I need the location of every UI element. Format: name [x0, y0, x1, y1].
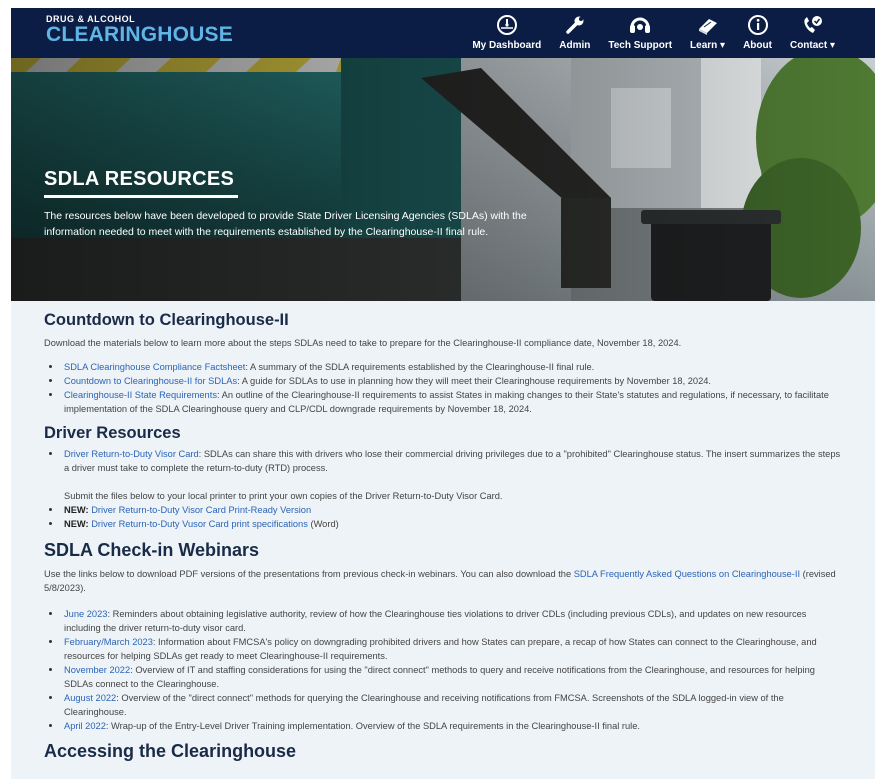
- factsheet-link[interactable]: SDLA Clearinghouse Compliance Factsheet: [64, 362, 245, 372]
- book-icon: [696, 11, 720, 39]
- section-heading-accessing: Accessing the Clearinghouse: [44, 741, 297, 761]
- list-item: Clearinghouse-II State Requirements: An …: [44, 388, 844, 416]
- new-label: NEW:: [64, 505, 89, 515]
- submit-note-text: Submit the files below to your local pri…: [64, 491, 503, 501]
- nav-menu: My Dashboard Admin Tech Support Learn ▾: [454, 11, 835, 52]
- phone-icon: [800, 11, 824, 39]
- driver-resources-list: Driver Return-to-Duty Visor Card: SDLAs …: [44, 447, 844, 531]
- visor-specifications-link[interactable]: Driver Return-to-Duty Vusor Card print s…: [91, 519, 308, 529]
- clearinghouse-logo[interactable]: DRUG & ALCOHOL CLEARINGHOUSE: [46, 14, 233, 46]
- nav-tech-support[interactable]: Tech Support: [608, 11, 672, 52]
- page-title: SDLA RESOURCES: [44, 168, 235, 190]
- hero-banner: SDLA RESOURCES The resources below have …: [11, 58, 875, 301]
- list-item-text: : Reminders about obtaining legislative …: [64, 609, 807, 633]
- state-requirements-link[interactable]: Clearinghouse-II State Requirements: [64, 390, 217, 400]
- new-label: NEW:: [64, 519, 89, 529]
- webinar-aug-2022-link[interactable]: August 2022: [64, 693, 116, 703]
- submit-note: Submit the files below to your local pri…: [44, 489, 844, 503]
- list-item-text: : Overview of the "direct connect" metho…: [64, 693, 784, 717]
- list-item: June 2023: Reminders about obtaining leg…: [44, 607, 844, 635]
- main-content: Countdown to Clearinghouse-II Download t…: [44, 311, 844, 762]
- page-frame: DRUG & ALCOHOL CLEARINGHOUSE My Dashboar…: [11, 8, 875, 779]
- countdown-guide-link[interactable]: Countdown to Clearinghouse-II for SDLAs: [64, 376, 237, 386]
- info-icon: [747, 11, 769, 39]
- list-item-text: : A guide for SDLAs to use in planning h…: [237, 376, 712, 386]
- visor-print-ready-link[interactable]: Driver Return-to-Duty Visor Card Print-R…: [91, 505, 311, 515]
- nav-label: About: [743, 40, 772, 51]
- countdown-list: SDLA Clearinghouse Compliance Factsheet:…: [44, 360, 844, 416]
- list-item-text: : A summary of the SDLA requirements est…: [245, 362, 595, 372]
- list-item: NEW: Driver Return-to-Duty Visor Card Pr…: [44, 503, 844, 517]
- hero-description: The resources below have been developed …: [44, 210, 527, 238]
- list-item-text: : Overview of IT and staffing considerat…: [64, 665, 815, 689]
- dashboard-gauge-icon: [496, 11, 518, 39]
- list-item: August 2022: Overview of the "direct con…: [44, 691, 844, 719]
- nav-label: Tech Support: [608, 40, 673, 51]
- list-item: NEW: Driver Return-to-Duty Vusor Card pr…: [44, 517, 844, 531]
- logo-main-text: CLEARINGHOUSE: [46, 23, 233, 46]
- nav-label: Admin: [559, 40, 591, 51]
- webinars-intro: Use the links below to download PDF vers…: [44, 567, 844, 595]
- webinar-feb-mar-2023-link[interactable]: February/March 2023: [64, 637, 153, 647]
- title-underline: [44, 195, 238, 198]
- list-item: Countdown to Clearinghouse-II for SDLAs:…: [44, 374, 844, 388]
- countdown-intro: Download the materials below to learn mo…: [44, 338, 682, 348]
- nav-admin[interactable]: Admin: [559, 11, 590, 52]
- headset-icon: [628, 11, 652, 39]
- webinars-intro-text: Use the links below to download PDF vers…: [44, 569, 574, 579]
- nav-learn[interactable]: Learn ▾: [690, 11, 725, 52]
- nav-label: My Dashboard: [472, 40, 542, 51]
- webinars-list: June 2023: Reminders about obtaining leg…: [44, 607, 844, 733]
- webinar-nov-2022-link[interactable]: November 2022: [64, 665, 130, 675]
- file-format-note: (Word): [307, 519, 339, 529]
- top-navigation-bar: DRUG & ALCOHOL CLEARINGHOUSE My Dashboar…: [11, 8, 875, 58]
- nav-label: Learn ▾: [690, 40, 726, 51]
- list-item-text: : Wrap-up of the Entry-Level Driver Trai…: [105, 721, 641, 731]
- section-heading-countdown: Countdown to Clearinghouse-II: [44, 311, 289, 329]
- nav-label: Contact ▾: [789, 40, 835, 51]
- list-item: November 2022: Overview of IT and staffi…: [44, 663, 844, 691]
- list-item-text: : Information about FMCSA's policy on do…: [64, 637, 817, 661]
- nav-contact[interactable]: Contact ▾: [790, 11, 835, 52]
- wrench-icon: [564, 11, 586, 39]
- section-heading-webinars: SDLA Check-in Webinars: [44, 540, 260, 560]
- list-item: SDLA Clearinghouse Compliance Factsheet:…: [44, 360, 844, 374]
- visor-card-link[interactable]: Driver Return-to-Duty Visor Card: [64, 449, 199, 459]
- section-heading-driver-resources: Driver Resources: [44, 424, 181, 442]
- list-item: Driver Return-to-Duty Visor Card: SDLAs …: [44, 447, 844, 475]
- faq-link[interactable]: SDLA Frequently Asked Questions on Clear…: [574, 569, 800, 579]
- list-item: April 2022: Wrap-up of the Entry-Level D…: [44, 719, 844, 733]
- webinar-apr-2022-link[interactable]: April 2022: [64, 721, 106, 731]
- webinar-june-2023-link[interactable]: June 2023: [64, 609, 107, 619]
- nav-about[interactable]: About: [743, 11, 772, 52]
- nav-my-dashboard[interactable]: My Dashboard: [472, 11, 541, 52]
- list-item: February/March 2023: Information about F…: [44, 635, 844, 663]
